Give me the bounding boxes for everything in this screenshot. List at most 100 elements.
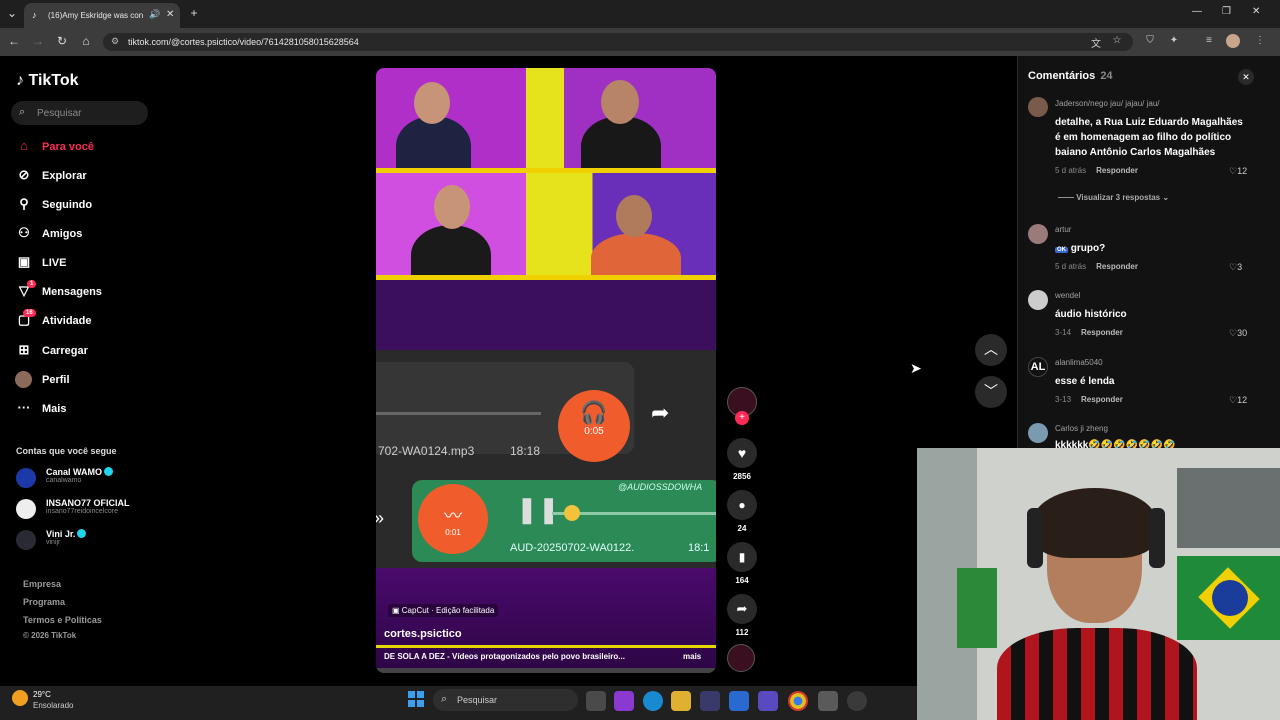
comment-like-button[interactable]: ♡12 — [1229, 166, 1247, 177]
comment-button[interactable]: ● 24 — [727, 490, 757, 533]
speaker-icon[interactable]: 🔊 — [149, 9, 160, 20]
headphones-button: 🎧 0:05 — [558, 390, 630, 462]
footer-link-programa[interactable]: Programa — [23, 597, 65, 607]
avatar[interactable] — [1028, 224, 1048, 244]
search-placeholder: Pesquisar — [37, 108, 82, 119]
extensions-icon[interactable]: ✦ — [1167, 35, 1181, 46]
heart-icon: ♥ — [727, 438, 757, 468]
footer-link-termos[interactable]: Termos e Políticas — [23, 615, 102, 625]
media-control-icon[interactable]: ≡ — [1202, 35, 1216, 46]
follow-plus-icon[interactable]: + — [735, 411, 749, 425]
music-disc-button[interactable] — [727, 644, 757, 672]
video-author[interactable]: cortes.psictico — [384, 628, 462, 640]
video-player[interactable]: 702-WA0124.mp3 18:18 🎧 0:05 ➦ » 〰 0:01 ❚… — [376, 68, 716, 673]
flag-globe — [1212, 580, 1248, 616]
following-header: Contas que você segue — [16, 446, 117, 456]
weather-sun-icon[interactable] — [12, 690, 28, 706]
comment-username[interactable]: wendel — [1055, 291, 1080, 300]
avatar[interactable]: AL — [1028, 357, 1048, 377]
sidebar-item-label: Atividade — [42, 315, 92, 327]
browser-menu-icon[interactable]: ⋮ — [1253, 35, 1267, 46]
comment-meta: 5 d atrás Responder — [1055, 166, 1138, 175]
audio-message-bubble: 〰 0:01 ❚❚ @AUDIOSSDOWHA AUD-20250702-WA0… — [412, 480, 716, 562]
heart-outline-icon: ♡ — [1229, 395, 1238, 405]
reply-button[interactable]: Responder — [1096, 262, 1138, 271]
bookmark-star-icon[interactable]: ☆ — [1110, 35, 1124, 46]
close-window-icon[interactable]: ✕ — [1252, 6, 1260, 17]
sidebar-item-label: Amigos — [42, 228, 83, 240]
video-progress-bar[interactable] — [376, 668, 716, 673]
comment-username[interactable]: artur — [1055, 225, 1071, 234]
search-input[interactable]: ⌕ Pesquisar — [11, 101, 148, 125]
avatar[interactable] — [1028, 97, 1048, 117]
tiktok-favicon-icon: ♪ — [32, 10, 37, 20]
store-icon[interactable] — [700, 691, 720, 711]
browser-tab[interactable]: ♪ (16)Amy Eskridge was conta 🔊 ✕ — [24, 3, 180, 28]
forward-arrow-icon: ➦ — [651, 400, 670, 425]
next-video-button[interactable]: ﹀ — [975, 376, 1007, 408]
close-comments-icon[interactable]: ✕ — [1238, 69, 1254, 85]
comment-username[interactable]: alanlima5040 — [1055, 358, 1103, 367]
like-button[interactable]: ♥ 2856 — [727, 438, 757, 481]
reply-button[interactable]: Responder — [1081, 328, 1123, 337]
app-icon[interactable] — [847, 691, 867, 711]
tiktok-logo[interactable]: ♪ TikTok — [16, 72, 79, 90]
chevron-down-icon: ﹀ — [984, 383, 998, 399]
windows-start-icon[interactable] — [408, 691, 424, 707]
share-button[interactable]: ➦ 112 — [727, 594, 757, 637]
audio-filename: AUD-20250702-WA0122. — [510, 542, 635, 554]
previous-video-button[interactable]: ︿ — [975, 334, 1007, 366]
site-info-icon[interactable]: ⚙ — [111, 36, 119, 47]
address-bar[interactable]: ⚙ tiktok.com/@cortes.psictico/video/7614… — [103, 33, 1133, 51]
forward-icon[interactable]: → — [30, 34, 46, 48]
start-tile — [408, 700, 415, 707]
weather-temperature[interactable]: 29°C — [33, 690, 51, 699]
tab-search-icon[interactable]: ⌄ — [4, 6, 20, 20]
comment-like-button[interactable]: ♡3 — [1229, 262, 1242, 273]
creator-avatar-button[interactable]: + — [727, 387, 757, 425]
minimize-icon[interactable]: — — [1192, 6, 1202, 17]
audio-duration: 0:05 — [584, 426, 604, 437]
shield-extension-icon[interactable]: ⛉ — [1143, 35, 1157, 46]
comment-text: kkkkkk🤣🤣🤣🤣🤣🤣🤣 — [1055, 440, 1176, 448]
search-icon: ⌕ — [441, 693, 448, 705]
teams-icon[interactable] — [758, 691, 778, 711]
start-tile — [417, 700, 424, 707]
reload-icon[interactable]: ↻ — [54, 34, 70, 48]
chrome-icon[interactable] — [788, 691, 808, 711]
edge-icon[interactable] — [643, 691, 663, 711]
reply-button[interactable]: Responder — [1096, 166, 1138, 175]
back-icon[interactable]: ← — [6, 34, 22, 48]
bookmark-icon: ▮ — [727, 542, 757, 572]
comment-username[interactable]: Jaderson/nego jau/ jajau/ jau/ — [1055, 99, 1160, 108]
profile-avatar-icon[interactable] — [1226, 34, 1240, 48]
task-view-icon[interactable] — [586, 691, 606, 711]
more-link[interactable]: mais — [683, 652, 701, 661]
tab-close-icon[interactable]: ✕ — [166, 9, 174, 20]
comments-count: 24 — [1100, 70, 1113, 82]
taskbar-search[interactable]: ⌕ Pesquisar — [433, 689, 578, 711]
mail-icon[interactable] — [729, 691, 749, 711]
comment-username[interactable]: Carlos ji zheng — [1055, 424, 1108, 433]
save-button[interactable]: ▮ 164 — [727, 542, 757, 585]
reply-button[interactable]: Responder — [1081, 395, 1123, 404]
translate-icon[interactable]: 文 — [1089, 35, 1103, 50]
home-icon[interactable]: ⌂ — [78, 34, 94, 48]
footer-link-empresa[interactable]: Empresa — [23, 579, 61, 589]
comment-like-button[interactable]: ♡30 — [1229, 328, 1247, 339]
file-explorer-icon[interactable] — [671, 691, 691, 711]
avatar[interactable] — [1028, 423, 1048, 443]
weather-condition[interactable]: Ensolarado — [33, 701, 73, 710]
verified-icon — [77, 529, 87, 538]
maximize-icon[interactable]: ❐ — [1222, 6, 1231, 17]
comment-time: 3-13 — [1055, 395, 1072, 404]
comment-like-button[interactable]: ♡12 — [1229, 395, 1247, 406]
calculator-icon[interactable] — [818, 691, 838, 711]
account-name-text: Vini Jr. — [46, 529, 76, 539]
avatar[interactable] — [1028, 290, 1048, 310]
notification-badge: 16 — [23, 309, 36, 317]
capcut-label[interactable]: ▣ CapCut · Edição facilitada — [388, 604, 499, 617]
new-tab-icon[interactable]: + — [186, 6, 202, 20]
view-replies-button[interactable]: —— Visualizar 3 respostas ⌄ — [1058, 193, 1169, 202]
copilot-icon[interactable] — [614, 691, 634, 711]
